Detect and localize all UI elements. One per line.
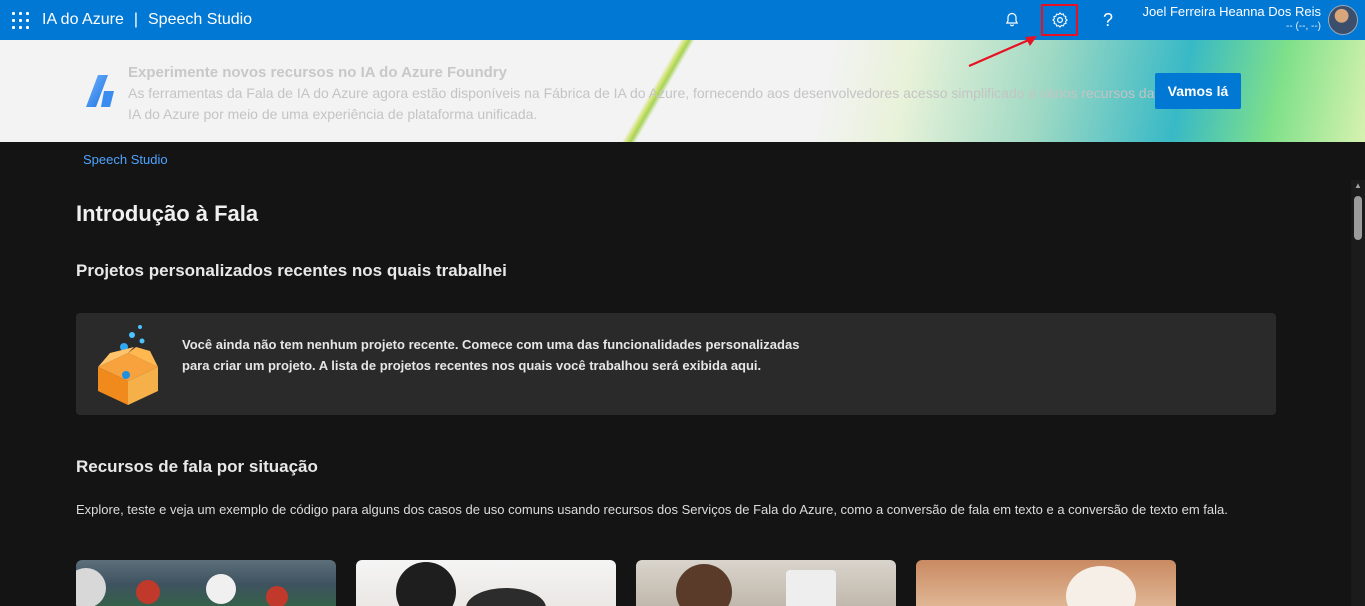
waffle-icon[interactable] bbox=[12, 12, 30, 30]
banner-text: Experimente novos recursos no IA do Azur… bbox=[128, 62, 1158, 125]
card-image bbox=[76, 568, 106, 606]
app-name[interactable]: IA do Azure bbox=[42, 11, 124, 29]
card-image bbox=[206, 574, 236, 604]
card-image bbox=[676, 564, 732, 606]
top-bar: IA do Azure | Speech Studio ? Joel Ferre… bbox=[0, 0, 1365, 40]
scenario-card-sports[interactable] bbox=[76, 560, 336, 606]
help-icon[interactable]: ? bbox=[1093, 6, 1123, 34]
scenarios-description: Explore, teste e veja um exemplo de códi… bbox=[76, 502, 1228, 517]
card-image bbox=[396, 562, 456, 606]
scroll-up-icon[interactable]: ▲ bbox=[1353, 180, 1363, 192]
bell-icon[interactable] bbox=[997, 6, 1027, 34]
brand[interactable]: IA do Azure | Speech Studio bbox=[42, 11, 252, 29]
card-image bbox=[136, 580, 160, 604]
card-image bbox=[466, 588, 546, 606]
scenario-card-headset[interactable] bbox=[356, 560, 616, 606]
scenario-card-office[interactable] bbox=[636, 560, 896, 606]
banner-description: As ferramentas da Fala de IA do Azure ag… bbox=[128, 85, 1155, 122]
empty-message: Você ainda não tem nenhum projeto recent… bbox=[182, 337, 800, 373]
user-info[interactable]: Joel Ferreira Heanna Dos Reis -- (--, --… bbox=[1143, 4, 1321, 34]
product-name[interactable]: Speech Studio bbox=[148, 11, 252, 29]
settings-highlight-box bbox=[1041, 4, 1078, 36]
brand-separator: | bbox=[133, 11, 138, 28]
foundry-banner: Experimente novos recursos no IA do Azur… bbox=[0, 40, 1365, 142]
scrollbar[interactable]: ▲ bbox=[1351, 180, 1365, 606]
recent-projects-heading: Projetos personalizados recentes nos qua… bbox=[76, 261, 507, 280]
open-box-icon bbox=[98, 325, 158, 405]
annotation-arrow bbox=[968, 36, 1037, 68]
scenario-card-headphones[interactable] bbox=[916, 560, 1176, 606]
azure-foundry-logo bbox=[86, 75, 114, 107]
avatar[interactable] bbox=[1328, 5, 1358, 35]
breadcrumb[interactable]: Speech Studio bbox=[83, 152, 168, 167]
user-subtitle: -- (--, --) bbox=[1286, 21, 1321, 32]
card-image bbox=[1066, 566, 1136, 606]
scenarios-heading: Recursos de fala por situação bbox=[76, 457, 318, 476]
card-image bbox=[266, 586, 288, 606]
empty-recent-projects-card: Você ainda não tem nenhum projeto recent… bbox=[76, 313, 1276, 415]
card-image bbox=[786, 570, 836, 606]
page-title: Introdução à Fala bbox=[76, 201, 259, 226]
user-name: Joel Ferreira Heanna Dos Reis bbox=[1142, 4, 1321, 19]
banner-cta-button[interactable]: Vamos lá bbox=[1155, 73, 1241, 109]
scrollbar-thumb[interactable] bbox=[1354, 196, 1362, 240]
